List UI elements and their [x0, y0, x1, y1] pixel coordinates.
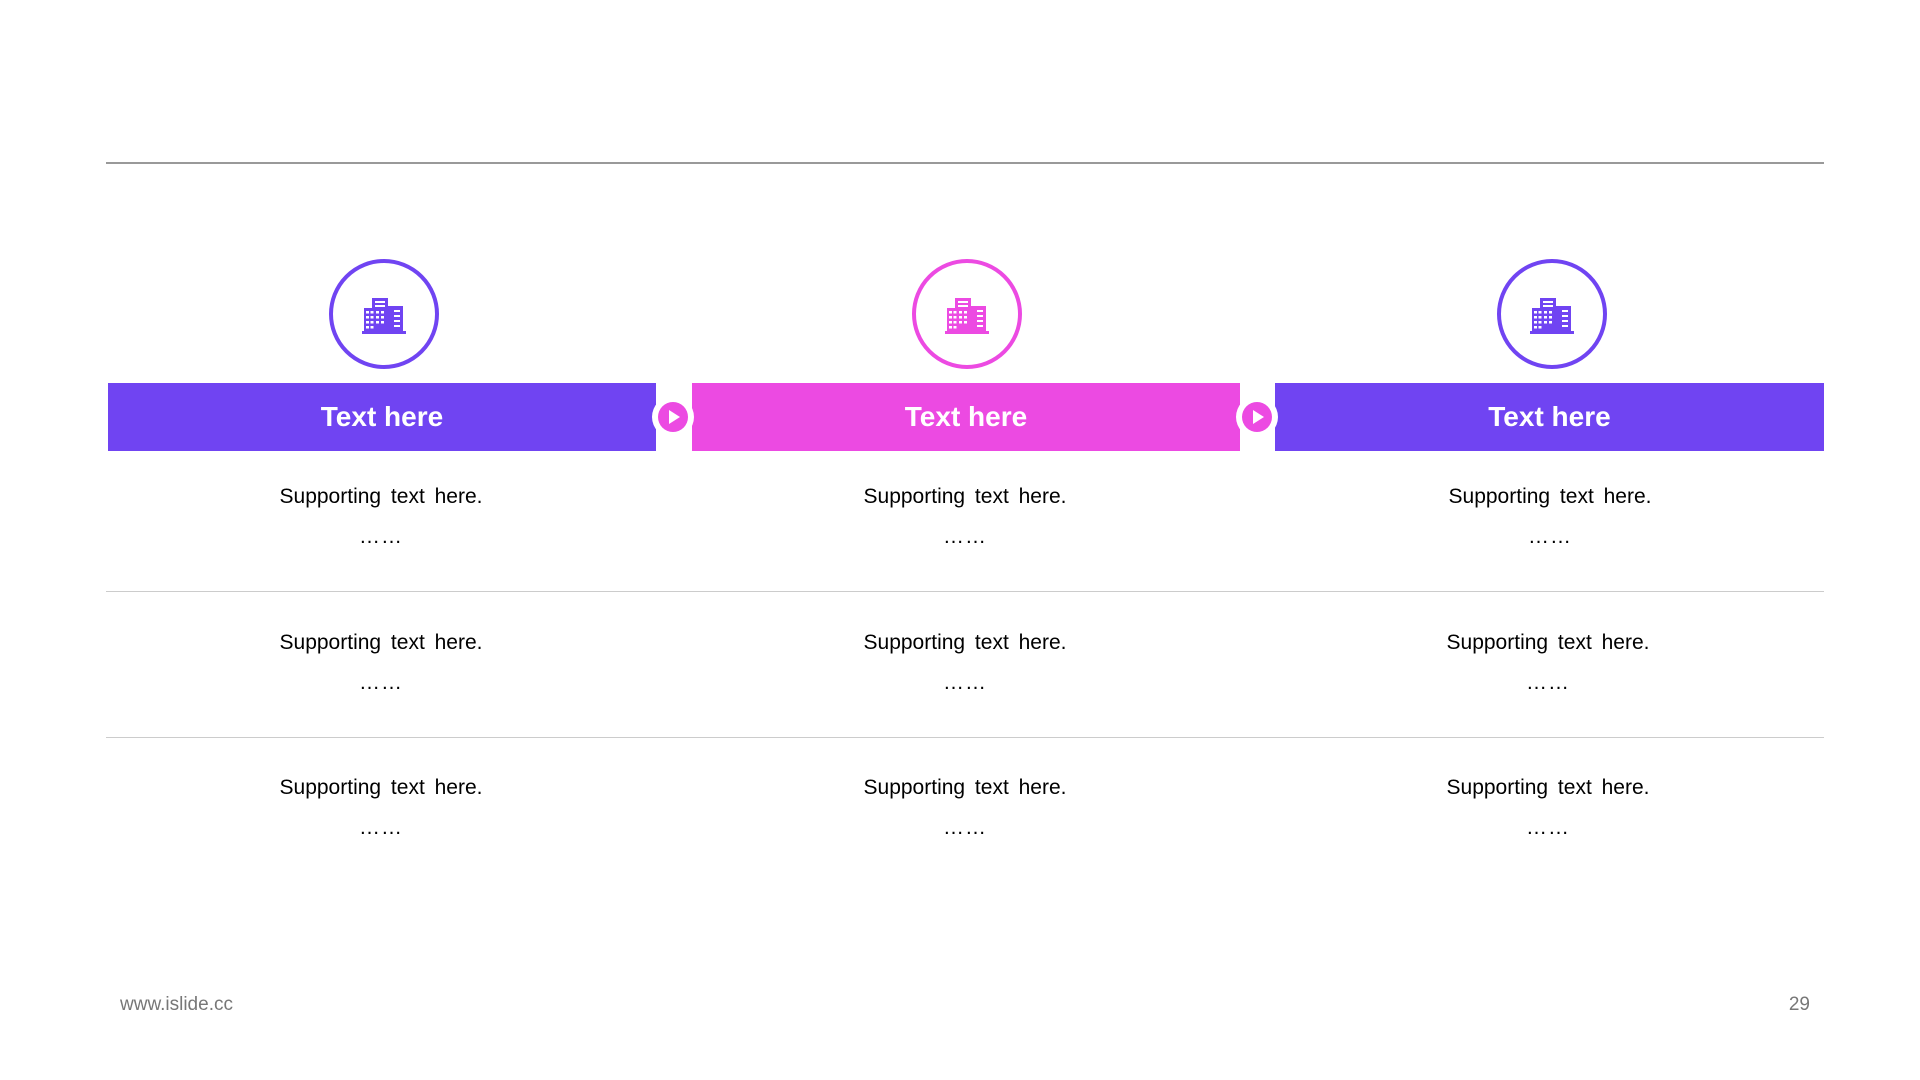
row-divider-2: [106, 737, 1824, 738]
column-2-row-3: Supporting text here. ……: [765, 775, 1165, 841]
slide: Text here Text here Text here Supporting…: [0, 0, 1920, 1080]
supporting-text: Supporting text here.: [279, 485, 483, 508]
page-number: 29: [1788, 994, 1810, 1015]
connector-arrow-1: [652, 396, 694, 438]
ellipsis-text: ……: [1526, 816, 1570, 839]
column-1-header: Text here: [108, 383, 656, 451]
supporting-text: Supporting text here.: [1446, 631, 1650, 654]
column-3-row-3: Supporting text here. ……: [1348, 775, 1748, 841]
column-2-header: Text here: [692, 383, 1240, 451]
column-2-title: Text here: [904, 401, 1028, 432]
top-divider: [106, 162, 1824, 164]
supporting-text: Supporting text here.: [1446, 776, 1650, 799]
building-icon: [945, 298, 989, 334]
ellipsis-text: ……: [1528, 525, 1572, 548]
footer-website: www.islide.cc: [120, 994, 233, 1015]
column-1-title: Text here: [320, 401, 444, 432]
ellipsis-text: ……: [359, 816, 403, 839]
column-3-row-1: Supporting text here. ……: [1350, 484, 1750, 550]
ellipsis-text: ……: [943, 671, 987, 694]
play-arrow-icon: [1242, 402, 1272, 432]
building-icon: [1530, 298, 1574, 334]
ellipsis-text: ……: [359, 525, 403, 548]
ellipsis-text: ……: [1526, 671, 1570, 694]
play-arrow-icon: [658, 402, 688, 432]
column-2-row-2: Supporting text here. ……: [765, 630, 1165, 696]
connector-arrow-2: [1236, 396, 1278, 438]
building-icon: [362, 298, 406, 334]
ellipsis-text: ……: [943, 816, 987, 839]
column-3-row-2: Supporting text here. ……: [1348, 630, 1748, 696]
column-2-row-1: Supporting text here. ……: [765, 484, 1165, 550]
column-1-row-2: Supporting text here. ……: [181, 630, 581, 696]
column-3-header: Text here: [1275, 383, 1824, 451]
supporting-text: Supporting text here.: [279, 776, 483, 799]
column-3-icon-circle: [1497, 259, 1607, 369]
supporting-text: Supporting text here.: [863, 776, 1067, 799]
ellipsis-text: ……: [359, 671, 403, 694]
ellipsis-text: ……: [943, 525, 987, 548]
supporting-text: Supporting text here.: [279, 631, 483, 654]
supporting-text: Supporting text here.: [1448, 485, 1652, 508]
supporting-text: Supporting text here.: [863, 485, 1067, 508]
column-3-title: Text here: [1488, 401, 1611, 432]
row-divider-1: [106, 591, 1824, 592]
column-1-row-3: Supporting text here. ……: [181, 775, 581, 841]
column-1-icon-circle: [329, 259, 439, 369]
supporting-text: Supporting text here.: [863, 631, 1067, 654]
column-1-row-1: Supporting text here. ……: [181, 484, 581, 550]
column-2-icon-circle: [912, 259, 1022, 369]
